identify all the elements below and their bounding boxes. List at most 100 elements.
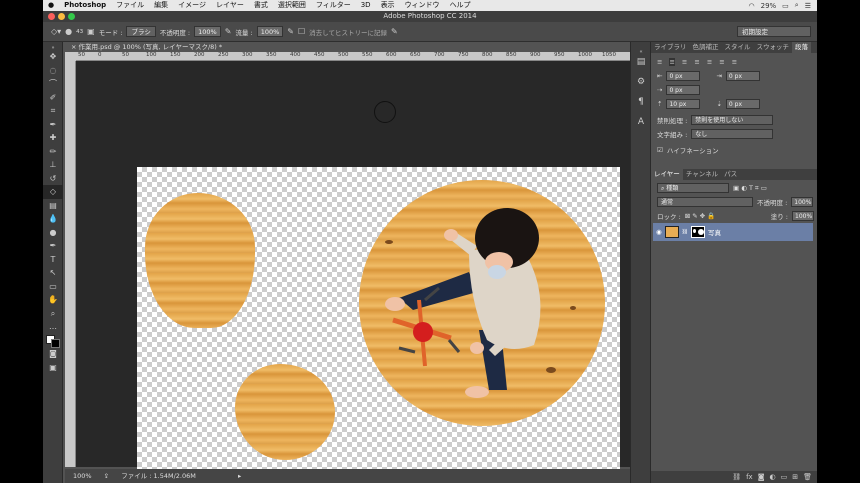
pressure-opacity-icon[interactable]: ✎	[225, 27, 232, 36]
layer-name[interactable]: 写真	[708, 227, 721, 237]
tab-channels[interactable]: チャンネル	[683, 169, 721, 180]
new-layer-icon[interactable]: ⊞	[792, 473, 798, 481]
layer-thumbnail[interactable]	[664, 226, 679, 238]
history-brush-tool-icon[interactable]: ↺	[43, 172, 63, 186]
menu-select[interactable]: 選択範囲	[273, 0, 311, 11]
delete-layer-icon[interactable]: 🗑	[803, 473, 812, 481]
move-tool-icon[interactable]: ✥	[43, 50, 63, 64]
extra-tools-icon[interactable]: …	[43, 320, 63, 334]
indent-right-field[interactable]: 0 px	[725, 71, 760, 81]
eyedropper-tool-icon[interactable]: ✒	[43, 118, 63, 132]
space-after-field[interactable]: 0 px	[725, 99, 760, 109]
history-panel-icon[interactable]: ▤	[631, 52, 651, 72]
menu-image[interactable]: イメージ	[173, 0, 211, 11]
tab-paths[interactable]: パス	[721, 169, 740, 180]
fill-field[interactable]: 100%	[792, 211, 814, 221]
strip-collapse-icon[interactable]: «	[631, 42, 651, 55]
menu-file[interactable]: ファイル	[111, 0, 149, 11]
close-window-icon[interactable]	[48, 13, 55, 20]
menu-view[interactable]: 表示	[376, 0, 400, 11]
hyphenation-checkbox[interactable]: ☑	[657, 146, 663, 154]
adjustment-layer-icon[interactable]: ◐	[770, 473, 776, 481]
align-left-icon[interactable]: ≡	[657, 58, 662, 66]
filter-icons[interactable]: ▣ ◐ T ⌗ ▭	[733, 184, 767, 193]
layer-style-icon[interactable]: fx	[746, 473, 753, 481]
layer-opacity-field[interactable]: 100%	[791, 197, 814, 207]
ruler-corner[interactable]	[65, 52, 76, 61]
mode-dropdown[interactable]: ブラシ	[126, 26, 156, 37]
document-tab[interactable]: × 作業用.psd @ 100% (写真, レイヤーマスク/8) *	[65, 42, 665, 52]
history-checkbox[interactable]: ☐	[298, 27, 305, 36]
zoom-window-icon[interactable]	[68, 13, 75, 20]
document-close-icon[interactable]: ×	[71, 43, 79, 51]
brush-preset-picker-icon[interactable]: ●	[65, 27, 72, 36]
kinsoku-dropdown[interactable]: 禁則を使用しない	[691, 115, 774, 125]
workspace-dropdown[interactable]: 初期設定	[737, 26, 811, 37]
brush-panel-icon[interactable]: ▣	[87, 27, 95, 36]
justify-left-icon[interactable]: ≡	[694, 58, 699, 66]
adjust-panel-icon[interactable]: ⚙	[631, 72, 651, 92]
gradient-tool-icon[interactable]: ▤	[43, 199, 63, 213]
menu-filter[interactable]: フィルター	[311, 0, 356, 11]
layer-row[interactable]: ◉ ⛓ 写真	[653, 223, 813, 241]
eraser-tool-preset-icon[interactable]: ◇▾	[51, 27, 61, 36]
menu-photoshop[interactable]: Photoshop	[59, 0, 111, 11]
share-icon[interactable]: ⇪	[104, 472, 109, 480]
add-mask-icon[interactable]: ◙	[758, 473, 765, 481]
tab-styles[interactable]: スタイル	[722, 42, 754, 53]
wifi-icon[interactable]: ◠	[749, 2, 755, 10]
tab-library[interactable]: ライブラリ	[651, 42, 690, 53]
airbrush-icon[interactable]: ✎	[287, 27, 294, 36]
space-before-field[interactable]: 10 px	[666, 99, 701, 109]
tab-layers[interactable]: レイヤー	[651, 169, 683, 180]
status-menu-icon[interactable]: ▸	[238, 472, 241, 480]
color-swatches-icon[interactable]	[43, 334, 63, 348]
opacity-field[interactable]: 100%	[194, 26, 221, 37]
battery-icon[interactable]: ▭	[782, 2, 789, 10]
apple-menu-icon[interactable]: ●	[43, 0, 59, 11]
quick-select-tool-icon[interactable]: ✐	[43, 91, 63, 105]
crop-tool-icon[interactable]: ⌗	[43, 104, 63, 118]
healing-tool-icon[interactable]: ✚	[43, 131, 63, 145]
eraser-tool-icon[interactable]: ◇	[43, 185, 63, 199]
dodge-tool-icon[interactable]: ●	[43, 226, 63, 240]
layer-mask-thumbnail[interactable]	[691, 226, 706, 238]
canvas[interactable]	[137, 167, 620, 483]
mask-link-icon[interactable]: ⛓	[682, 229, 688, 235]
character-panel-icon[interactable]: A	[631, 112, 651, 132]
tab-swatches[interactable]: スウォッチ	[754, 42, 793, 53]
first-line-field[interactable]: 0 px	[666, 85, 701, 95]
justify-center-icon[interactable]: ≡	[707, 58, 712, 66]
file-info[interactable]: ファイル : 1.54M/2.06M	[121, 472, 196, 480]
marquee-tool-icon[interactable]: ◌	[43, 64, 63, 78]
shape-tool-icon[interactable]: ▭	[43, 280, 63, 294]
group-icon[interactable]: ▭	[781, 473, 788, 481]
align-right-icon[interactable]: ≡	[682, 58, 687, 66]
type-tool-icon[interactable]: T	[43, 253, 63, 267]
pen-tool-icon[interactable]: ✒	[43, 239, 63, 253]
justify-right-icon[interactable]: ≡	[719, 58, 724, 66]
mojikumi-dropdown[interactable]: なし	[691, 129, 774, 139]
paragraph-panel-icon[interactable]: ¶	[631, 92, 651, 112]
menu-help[interactable]: ヘルプ	[445, 0, 476, 11]
search-icon[interactable]: ⌕	[795, 1, 799, 10]
pasteboard[interactable]	[76, 61, 638, 483]
minimize-window-icon[interactable]	[58, 13, 65, 20]
tab-paragraph[interactable]: 段落	[792, 42, 811, 53]
zoom-level[interactable]: 100%	[73, 472, 92, 480]
indent-left-field[interactable]: 0 px	[666, 71, 701, 81]
visibility-eye-icon[interactable]: ◉	[656, 228, 662, 236]
hand-tool-icon[interactable]: ✋	[43, 293, 63, 307]
horizontal-ruler[interactable]: 50 0 50 100 150 200 250 300 350 400 450 …	[76, 52, 638, 61]
vertical-ruler[interactable]	[65, 61, 76, 467]
quick-mask-icon[interactable]: ◙	[43, 347, 63, 361]
screen-mode-icon[interactable]: ▣	[43, 361, 63, 375]
menu-3d[interactable]: 3D	[356, 0, 376, 11]
menu-layer[interactable]: レイヤー	[211, 0, 249, 11]
zoom-tool-icon[interactable]: ⌕	[43, 307, 63, 321]
brush-tool-icon[interactable]: ✏	[43, 145, 63, 159]
menu-window[interactable]: ウィンドウ	[400, 0, 445, 11]
path-select-tool-icon[interactable]: ↖	[43, 266, 63, 280]
blend-mode-dropdown[interactable]: 通常	[657, 197, 753, 207]
pressure-size-icon[interactable]: ✎	[391, 27, 398, 36]
